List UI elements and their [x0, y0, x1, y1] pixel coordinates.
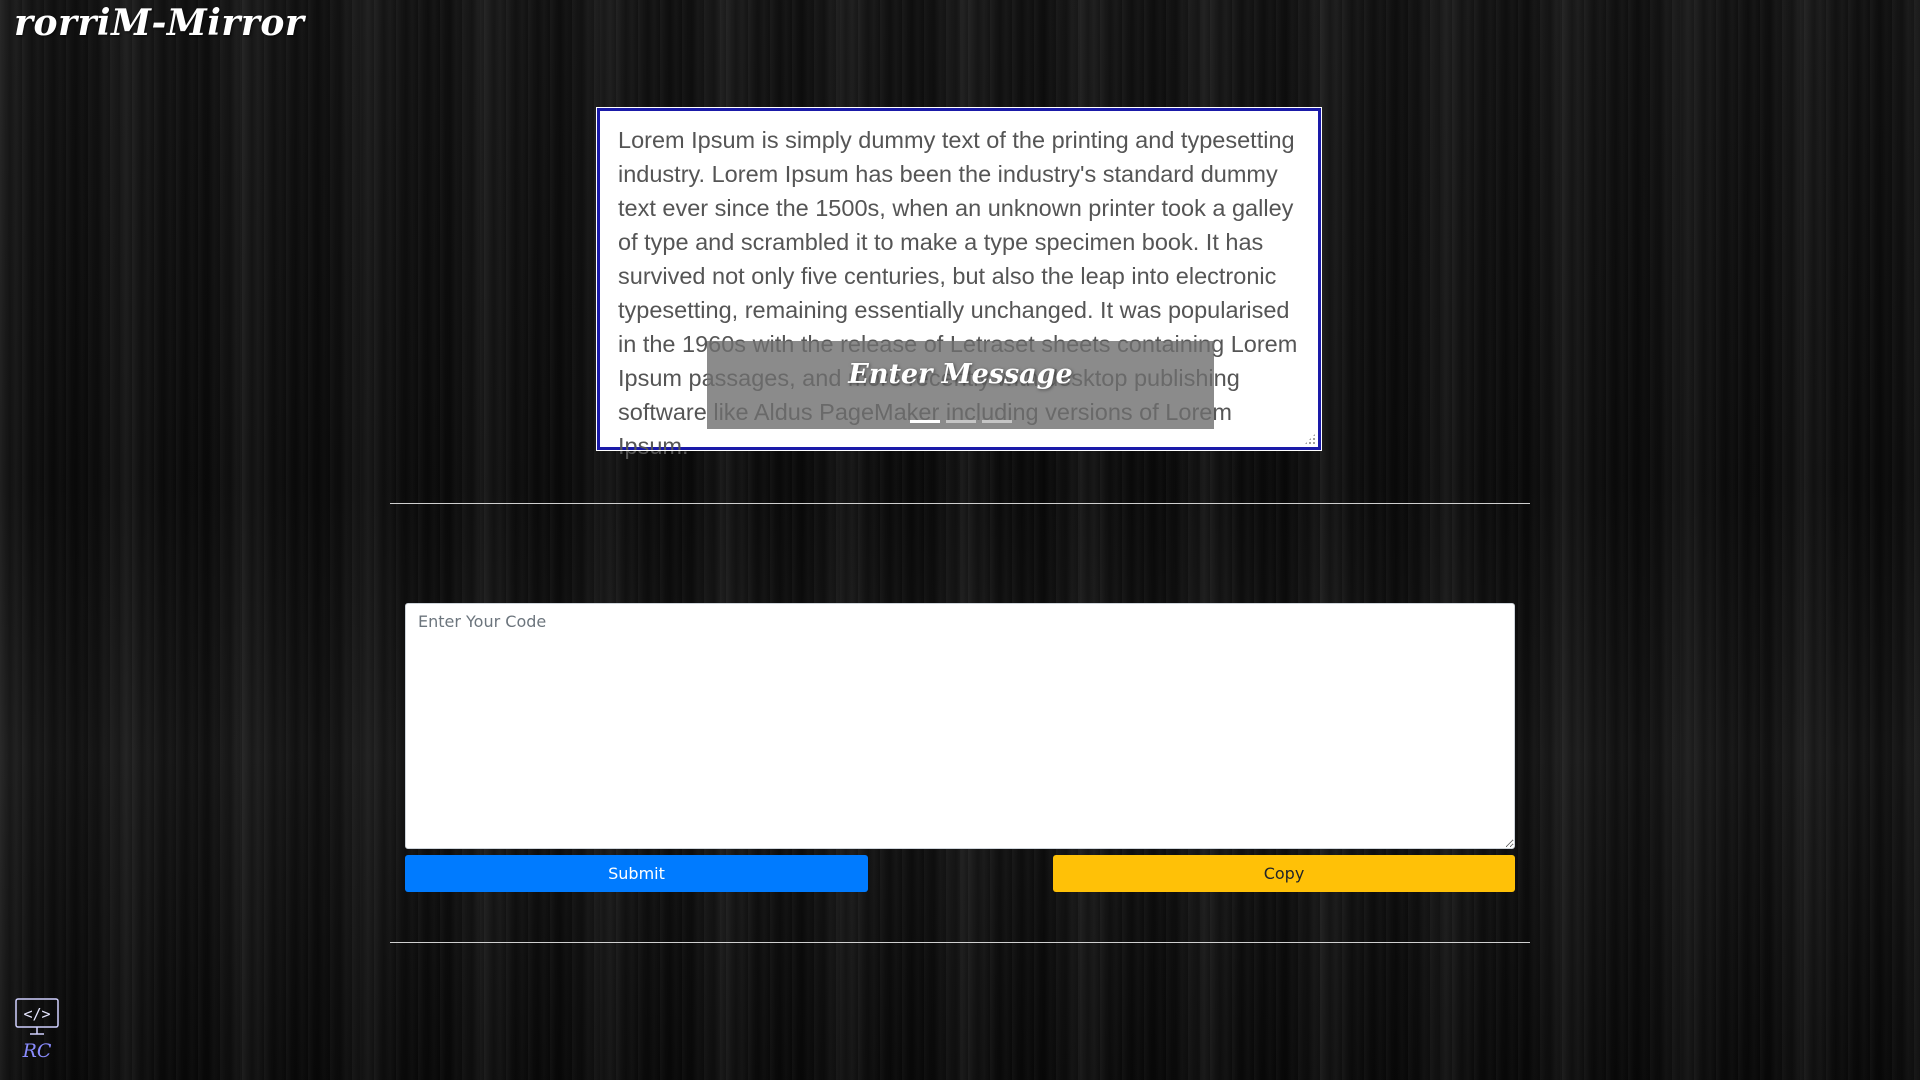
divider: [390, 942, 1530, 943]
carousel-indicators: [707, 420, 1214, 423]
code-monitor-icon: </> RC: [15, 998, 59, 1062]
svg-text:</>: </>: [23, 1005, 50, 1023]
code-input[interactable]: [405, 603, 1515, 849]
submit-button[interactable]: Submit: [405, 855, 868, 892]
carousel-indicator[interactable]: [945, 420, 976, 423]
divider: [390, 503, 1530, 504]
carousel-indicator[interactable]: [909, 420, 940, 423]
copy-button[interactable]: Copy: [1053, 855, 1515, 892]
logo-text: RC: [22, 1040, 52, 1062]
carousel-overlay[interactable]: Enter Message: [707, 341, 1214, 429]
app-title: rorriM-Mirror: [14, 2, 305, 44]
message-box[interactable]: Lorem Ipsum is simply dummy text of the …: [596, 107, 1322, 459]
footer-logo[interactable]: </> RC: [15, 998, 60, 1064]
carousel-indicator[interactable]: [981, 420, 1012, 423]
carousel-caption: Enter Message: [848, 359, 1073, 390]
